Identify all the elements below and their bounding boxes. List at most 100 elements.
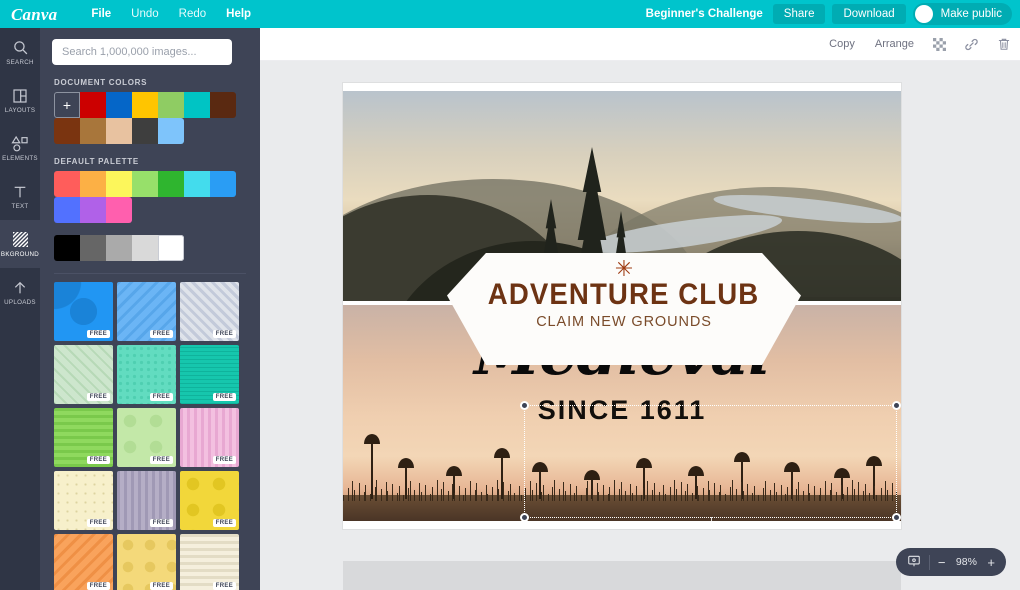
free-badge: FREE (86, 330, 110, 338)
design-page-1[interactable]: Medieval SINCE 1611 ✳ ADVENTURE CLUB CLA… (343, 83, 901, 529)
pattern-thumbnail[interactable]: FREE (117, 282, 176, 341)
toggle-knob (914, 5, 933, 23)
palette-swatch[interactable] (106, 197, 132, 223)
pattern-thumbnail[interactable]: FREE (54, 408, 113, 467)
reed (664, 494, 666, 501)
document-color-swatch[interactable] (132, 92, 158, 118)
grayscale-swatch[interactable] (106, 235, 132, 261)
design-title[interactable]: Beginner's Challenge (646, 8, 763, 20)
menu-help[interactable]: Help (216, 0, 261, 28)
design-page-2[interactable] (343, 561, 901, 590)
pattern-thumbnail[interactable]: FREE (180, 471, 239, 530)
medieval-subtitle[interactable]: SINCE 1611 (343, 395, 901, 426)
search-input[interactable] (52, 39, 232, 65)
grayscale-swatch[interactable] (132, 235, 158, 261)
document-color-swatch[interactable] (132, 118, 158, 144)
share-button[interactable]: Share (772, 4, 826, 24)
sidebar-item-elements[interactable]: ELEMENTS (0, 124, 40, 172)
reed (647, 481, 649, 501)
palette-swatch[interactable] (184, 171, 210, 197)
pattern-thumbnail[interactable]: FREE (180, 345, 239, 404)
reed (869, 493, 871, 501)
arrange-button[interactable]: Arrange (865, 38, 924, 50)
document-color-swatch[interactable] (106, 92, 132, 118)
sidebar-item-layouts[interactable]: LAYOUTS (0, 76, 40, 124)
pattern-thumbnail[interactable]: FREE (117, 471, 176, 530)
reed (891, 483, 893, 501)
reed (669, 487, 671, 501)
banner-title[interactable]: ADVENTURE CLUB (488, 278, 760, 312)
link-icon[interactable] (955, 37, 988, 52)
pattern-thumbnail[interactable]: FREE (54, 282, 113, 341)
pattern-thumbnail[interactable]: FREE (180, 282, 239, 341)
reed (454, 493, 455, 501)
pattern-thumbnail[interactable]: FREE (54, 471, 113, 530)
free-badge: FREE (212, 519, 236, 527)
uploads-icon (12, 278, 28, 297)
palette-swatch[interactable] (210, 171, 236, 197)
present-icon[interactable] (907, 554, 921, 570)
sidebar-item-uploads[interactable]: UPLOADS (0, 268, 40, 316)
document-color-swatch[interactable] (210, 92, 236, 118)
document-color-swatch[interactable] (158, 118, 184, 144)
pattern-thumbnail[interactable]: FREE (54, 534, 113, 590)
sidebar-item-search[interactable]: SEARCH (0, 28, 40, 76)
palette-swatch[interactable] (80, 171, 106, 197)
make-public-toggle[interactable]: Make public (912, 3, 1012, 25)
transparency-icon[interactable] (924, 37, 955, 51)
free-badge: FREE (149, 582, 173, 590)
palette-swatch[interactable] (54, 171, 80, 197)
pattern-thumbnail[interactable]: FREE (117, 408, 176, 467)
reed (403, 495, 405, 501)
document-color-swatch[interactable] (80, 92, 106, 118)
sidebar-item-text[interactable]: TEXT (0, 172, 40, 220)
sidebar-item-background[interactable]: BKGROUND (0, 220, 40, 268)
free-badge: FREE (86, 582, 110, 590)
reed (354, 490, 356, 501)
zoom-value: 98% (955, 556, 977, 568)
reed (420, 492, 422, 501)
palette-swatch[interactable] (54, 197, 80, 223)
document-color-swatch[interactable] (106, 118, 132, 144)
document-color-swatch[interactable] (54, 118, 80, 144)
palette-swatch[interactable] (80, 197, 106, 223)
pattern-thumbnail[interactable]: FREE (117, 534, 176, 590)
reed (487, 494, 489, 501)
palm-tree (398, 458, 414, 499)
canvas-area[interactable]: Medieval SINCE 1611 ✳ ADVENTURE CLUB CLA… (260, 61, 1020, 590)
reed (414, 490, 416, 501)
grayscale-swatch[interactable] (80, 235, 106, 261)
canva-logo[interactable]: Canva (11, 6, 57, 23)
document-color-swatch[interactable] (184, 92, 210, 118)
download-button[interactable]: Download (832, 4, 906, 24)
palette-swatch[interactable] (132, 171, 158, 197)
grayscale-swatch[interactable] (54, 235, 80, 261)
pattern-thumbnail[interactable]: FREE (117, 345, 176, 404)
palette-swatch[interactable] (158, 171, 184, 197)
document-color-swatch[interactable] (158, 92, 184, 118)
palette-swatch[interactable] (106, 171, 132, 197)
menu-file[interactable]: File (81, 0, 121, 28)
reed (642, 488, 644, 501)
menu-redo[interactable]: Redo (169, 0, 217, 28)
adventure-club-banner[interactable]: ✳ ADVENTURE CLUB CLAIM NEW GROUNDS (447, 253, 801, 365)
menu-undo[interactable]: Undo (121, 0, 169, 28)
copy-button[interactable]: Copy (819, 38, 865, 50)
pattern-thumbnail[interactable]: FREE (54, 345, 113, 404)
reed (698, 495, 700, 501)
trash-icon[interactable] (988, 37, 1020, 51)
banner-subtitle[interactable]: CLAIM NEW GROUNDS (536, 314, 712, 330)
reed (720, 485, 722, 501)
pattern-thumbnail[interactable]: FREE (180, 408, 239, 467)
zoom-in-button[interactable]: + (987, 556, 995, 569)
add-color-button[interactable]: + (54, 92, 80, 118)
document-colors-row-1: + (54, 92, 260, 118)
reed (465, 488, 467, 501)
reed (886, 490, 888, 501)
zoom-out-button[interactable]: − (938, 556, 946, 569)
reed (731, 480, 733, 501)
document-color-swatch[interactable] (80, 118, 106, 144)
default-palette-row-2 (54, 197, 260, 223)
grayscale-swatch[interactable] (158, 235, 184, 261)
pattern-thumbnail[interactable]: FREE (180, 534, 239, 590)
